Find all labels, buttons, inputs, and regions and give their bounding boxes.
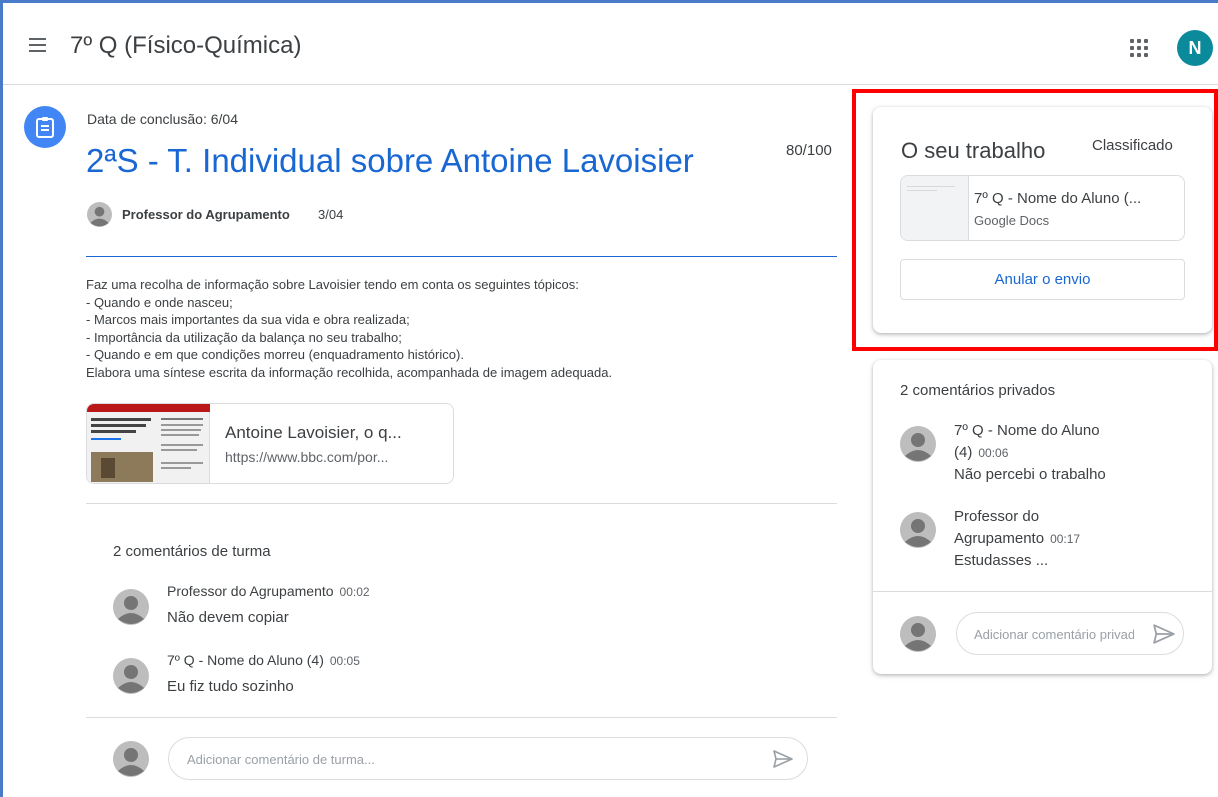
comment-time: 00:02	[339, 585, 370, 599]
menu-icon[interactable]	[27, 35, 49, 53]
assignment-description: Faz uma recolha de informação sobre Lavo…	[86, 277, 613, 380]
person-icon	[900, 616, 936, 652]
assignment-title: 2ªS - T. Individual sobre Antoine Lavois…	[86, 142, 694, 179]
comment-author: Professor do Agrupamento 00:17	[954, 506, 1139, 550]
points-score: 80/100	[786, 142, 832, 159]
top-app-bar: 7º Q (Físico-Química) N	[3, 3, 1218, 85]
comment-author: 7º Q - Nome do Aluno (4) 00:05	[167, 652, 360, 668]
comment-author-name: 7º Q - Nome do Aluno (4)	[167, 652, 324, 668]
link-thumbnail	[87, 404, 210, 483]
comment-author: 7º Q - Nome do Aluno (4) 00:06	[954, 420, 1139, 464]
comment-author-name: 7º Q - Nome do Aluno (4)	[954, 422, 1100, 461]
comment-text: Não percebi o trabalho	[954, 466, 1106, 483]
link-attachment-card[interactable]: Antoine Lavoisier, o q... https://www.bb…	[86, 403, 454, 484]
title-divider	[86, 256, 837, 257]
your-work-card: O seu trabalho Classificado 7º Q - Nome …	[873, 107, 1212, 333]
link-title: Antoine Lavoisier, o q...	[225, 423, 402, 442]
link-url: https://www.bbc.com/por...	[225, 449, 389, 465]
comment-author-name: Professor do Agrupamento	[954, 508, 1045, 547]
window-frame-left	[0, 0, 3, 797]
person-icon	[113, 589, 149, 625]
your-work-title: O seu trabalho	[901, 138, 1046, 163]
work-status: Classificado	[1092, 137, 1173, 154]
comment-author: Professor do Agrupamento 00:02	[167, 583, 370, 599]
private-comments-title: 2 comentários privados	[900, 382, 1056, 399]
author-name: Professor do Agrupamento	[122, 207, 290, 222]
divider	[86, 503, 837, 504]
class-comments-title[interactable]: 2 comentários de turma	[113, 543, 271, 560]
person-icon	[113, 741, 149, 777]
comment-time: 00:17	[1050, 532, 1081, 546]
send-icon[interactable]	[773, 750, 793, 768]
comment-time: 00:06	[978, 446, 1009, 460]
private-comment-placeholder: Adicionar comentário privado	[974, 627, 1134, 642]
send-icon[interactable]	[1153, 624, 1175, 644]
comment-text: Estudasses ...	[954, 552, 1049, 569]
document-thumbnail	[901, 176, 969, 240]
unsubmit-button[interactable]: Anular o envio	[900, 259, 1185, 300]
apps-grid-icon[interactable]	[1130, 39, 1148, 57]
comment-text: Não devem copiar	[167, 609, 289, 626]
assignment-icon	[24, 106, 66, 148]
divider	[86, 717, 837, 718]
attachment-name: 7º Q - Nome do Aluno (...	[974, 190, 1142, 207]
person-icon	[900, 512, 936, 548]
post-date: 3/04	[318, 207, 344, 222]
due-date: Data de conclusão: 6/04	[87, 111, 238, 127]
user-avatar[interactable]: N	[1177, 30, 1213, 66]
person-icon	[113, 658, 149, 694]
author-avatar	[87, 202, 112, 227]
class-comment-input[interactable]: Adicionar comentário de turma...	[168, 737, 808, 780]
comment-time: 00:05	[329, 654, 360, 668]
class-comment-placeholder: Adicionar comentário de turma...	[187, 752, 375, 767]
submitted-attachment[interactable]: 7º Q - Nome do Aluno (... Google Docs	[900, 175, 1185, 241]
person-icon	[900, 426, 936, 462]
private-comment-input[interactable]: Adicionar comentário privado	[956, 612, 1184, 655]
comment-text: Eu fiz tudo sozinho	[167, 678, 294, 695]
attachment-type: Google Docs	[974, 213, 1050, 228]
comment-author-name: Professor do Agrupamento	[167, 583, 334, 599]
class-title[interactable]: 7º Q (Físico-Química)	[70, 32, 301, 60]
private-comments-card: 2 comentários privados 7º Q - Nome do Al…	[873, 360, 1212, 674]
divider	[873, 591, 1212, 592]
